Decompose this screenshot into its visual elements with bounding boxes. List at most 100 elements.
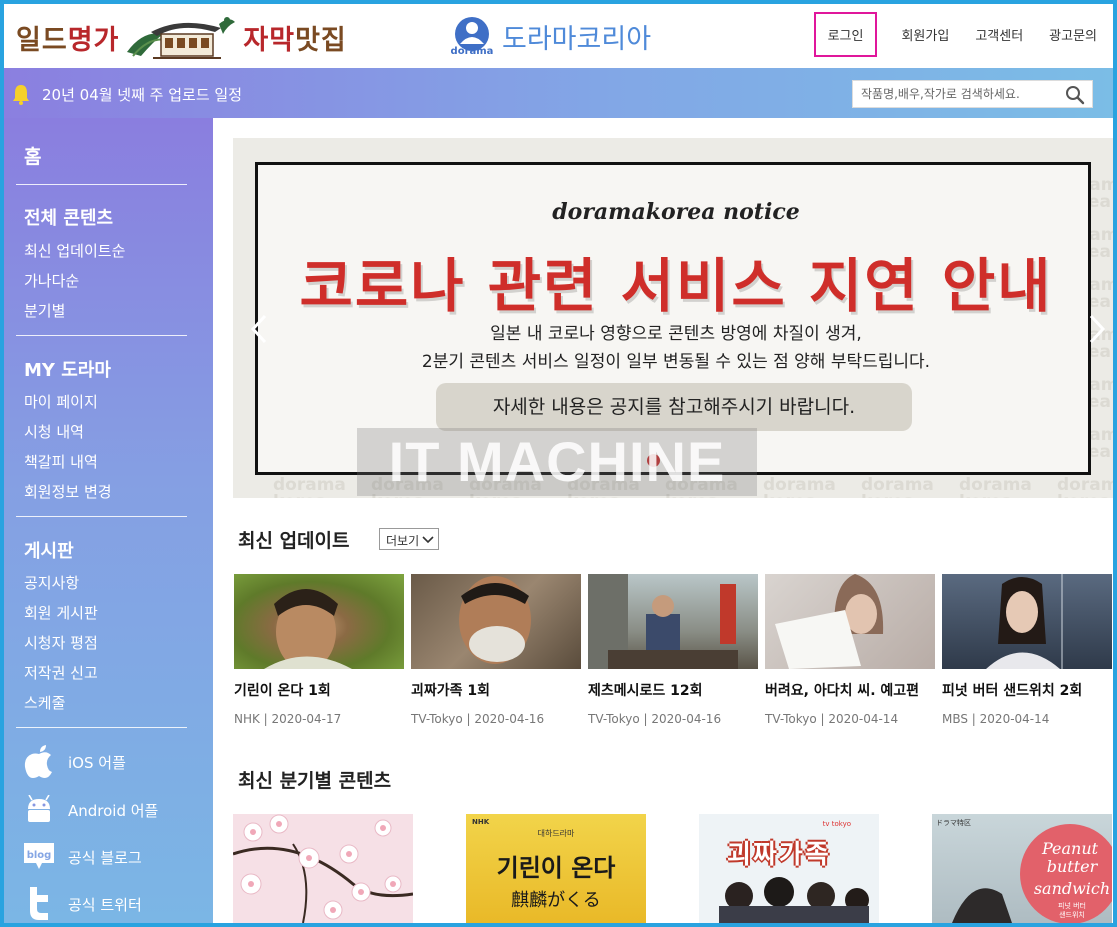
sidebar-app-label: 공식 트위터 xyxy=(68,895,142,914)
sidebar-item-watch-history[interactable]: 시청 내역 xyxy=(24,421,84,442)
poster-subtitle: 대하드라마 xyxy=(537,829,575,838)
banner-notice-button[interactable]: 자세한 내용은 공지를 참고해주시기 바랍니다. xyxy=(436,383,912,431)
episode-thumbnail[interactable] xyxy=(765,574,935,669)
episode-title[interactable]: 제츠메시로드 12회 xyxy=(588,680,758,700)
episode-title[interactable]: 피넛 버터 샌드위치 2회 xyxy=(942,680,1112,700)
sidebar-heading-board[interactable]: 게시판 xyxy=(24,537,74,563)
pattern-text: korea xyxy=(959,492,1013,498)
search-icon[interactable] xyxy=(1065,85,1085,105)
episode-thumbnail[interactable] xyxy=(411,574,581,669)
sidebar-item-member-board[interactable]: 회원 게시판 xyxy=(24,602,98,623)
sidebar-divider xyxy=(16,727,187,728)
chevron-down-icon xyxy=(422,536,434,544)
more-label: 더보기 xyxy=(386,533,420,548)
sidebar-app-blog[interactable]: blog 공식 블로그 xyxy=(22,839,142,875)
banner-subtitle: doramakorea notice xyxy=(552,199,800,225)
more-dropdown[interactable]: 더보기 xyxy=(379,528,440,550)
episode-card[interactable]: 제츠메시로드 12회 TV-Tokyo | 2020-04-16 xyxy=(588,574,758,726)
poster-cast-artwork xyxy=(719,877,869,923)
sidebar-app-label: 공식 블로그 xyxy=(68,848,142,867)
banner-headline: 코로나 관련 서비스 지연 안내 xyxy=(299,252,1053,320)
twitter-icon xyxy=(22,886,56,922)
poster-kr-line: 샌드위치 xyxy=(1059,910,1085,919)
top-nav: 로그인 회원가입 고객센터 광고문의 xyxy=(813,12,1099,57)
android-icon xyxy=(22,792,56,828)
apple-icon xyxy=(22,744,56,780)
episode-title[interactable]: 버려요, 아다치 씨. 예고편 xyxy=(765,680,935,700)
sidebar-heading-my-dorama[interactable]: MY 도라마 xyxy=(24,356,111,382)
pattern-text: korea xyxy=(1057,492,1111,498)
sidebar-home[interactable]: 홈 xyxy=(24,142,41,169)
tvtokyo-logo: tv tokyo xyxy=(822,820,851,828)
episode-thumbnail[interactable] xyxy=(588,574,758,669)
episode-card[interactable]: 버려요, 아다치 씨. 예고편 TV-Tokyo | 2020-04-14 xyxy=(765,574,935,726)
sidebar-item-copyright-report[interactable]: 저작권 신고 xyxy=(24,662,98,683)
ad-inquiry-link[interactable]: 광고문의 xyxy=(1047,21,1099,48)
dorama-logo-icon: dorama xyxy=(448,16,496,57)
banner-desc-line: 2분기 콘텐츠 서비스 일정이 일부 변동될 수 있는 점 양해 부탁드립니다. xyxy=(421,352,931,372)
episode-card[interactable]: 괴짜가족 1회 TV-Tokyo | 2020-04-16 xyxy=(411,574,581,726)
logo-text-1: 일드명가 xyxy=(16,24,120,56)
notice-bar: 20년 04월 넷째 주 업로드 일정 xyxy=(4,68,1113,118)
pattern-text: korea xyxy=(763,492,817,498)
site-logo-dorama[interactable]: dorama 도라마코리아 xyxy=(448,16,652,57)
site-logo-ildeu[interactable]: 일드명가 자막맛집 xyxy=(16,10,347,64)
sidebar-item-edit-profile[interactable]: 회원정보 변경 xyxy=(24,481,112,502)
banner-desc-line: 일본 내 코로나 영향으로 콘텐츠 방영에 차질이 생겨, xyxy=(490,324,862,344)
latest-update-title: 최신 업데이트 xyxy=(238,530,350,552)
sidebar-app-ios[interactable]: iOS 어플 xyxy=(22,744,126,780)
peanut-butter-poster[interactable]: ドラマ特区 Peanut butter sandwich 피넛 버터 샌드위치 xyxy=(932,814,1112,923)
episode-meta: TV-Tokyo | 2020-04-16 xyxy=(588,712,722,726)
carousel-next-icon[interactable] xyxy=(1085,314,1107,344)
sidebar-item-viewer-ratings[interactable]: 시청자 평점 xyxy=(24,632,98,653)
blog-badge-text: blog xyxy=(27,850,52,861)
poster-artwork: Peanut butter sandwich 피넛 버터 샌드위치 xyxy=(952,824,1112,923)
poster-kr-line: 피넛 버터 xyxy=(1058,901,1086,910)
sidebar-divider xyxy=(16,335,187,336)
episode-thumbnail[interactable] xyxy=(942,574,1112,669)
goezza-poster[interactable]: tv tokyo 괴짜가족 xyxy=(699,814,879,923)
logo-text-2: 자막맛집 xyxy=(243,24,347,56)
episode-title[interactable]: 기린이 온다 1회 xyxy=(234,680,404,700)
sidebar-app-twitter[interactable]: 공식 트위터 xyxy=(22,886,142,922)
poster-title: 기린이 온다 xyxy=(496,853,616,882)
sidebar-item-latest-updates[interactable]: 최신 업데이트순 xyxy=(24,240,125,261)
sidebar-app-android[interactable]: Android 어플 xyxy=(22,792,158,828)
episode-meta: TV-Tokyo | 2020-04-14 xyxy=(765,712,899,726)
search-input[interactable] xyxy=(853,81,1053,107)
sidebar-item-notices[interactable]: 공지사항 xyxy=(24,572,79,593)
sidebar-item-alphabetical[interactable]: 가나다순 xyxy=(24,270,79,291)
carousel-prev-icon[interactable] xyxy=(249,314,271,344)
kirin-poster[interactable]: NHK 대하드라마 기린이 온다 麒麟がくる xyxy=(466,814,646,923)
sidebar-app-label: Android 어플 xyxy=(68,801,159,820)
sidebar-heading-all-content[interactable]: 전체 콘텐츠 xyxy=(24,204,113,230)
episode-meta: NHK | 2020-04-17 xyxy=(234,712,342,726)
sidebar-item-quarterly[interactable]: 분기별 xyxy=(24,300,65,321)
sidebar-divider xyxy=(16,516,187,517)
sidebar-item-my-page[interactable]: 마이 페이지 xyxy=(24,391,98,412)
poster-jp-title: 麒麟がくる xyxy=(511,890,601,911)
logo-name: 도라마코리아 xyxy=(502,23,652,55)
sidebar-item-bookmarks[interactable]: 책갈피 내역 xyxy=(24,451,98,472)
quarterly-content-title: 최신 분기별 콘텐츠 xyxy=(238,770,392,792)
poster-line: butter xyxy=(1047,857,1099,876)
page: 일드명가 자막맛집 dorama 도라마코리아 로그인 회원가입 고객센터 광고… xyxy=(4,4,1113,923)
episode-thumbnail[interactable] xyxy=(234,574,404,669)
customer-center-link[interactable]: 고객센터 xyxy=(973,21,1025,48)
logo-small-text: dorama xyxy=(451,46,494,56)
pattern-text: korea xyxy=(273,492,327,498)
login-link[interactable]: 로그인 xyxy=(813,12,878,57)
poster-line: sandwich xyxy=(1034,879,1110,898)
header: 일드명가 자막맛집 dorama 도라마코리아 로그인 회원가입 고객센터 광고… xyxy=(4,4,1113,70)
episode-card[interactable]: 기린이 온다 1회 NHK | 2020-04-17 xyxy=(234,574,404,726)
poster-line: Peanut xyxy=(1041,839,1099,858)
episode-title[interactable]: 괴짜가족 1회 xyxy=(411,680,581,700)
episode-meta: TV-Tokyo | 2020-04-16 xyxy=(411,712,545,726)
sidebar-item-schedule[interactable]: 스케줄 xyxy=(24,692,65,713)
upload-schedule-link[interactable]: 20년 04월 넷째 주 업로드 일정 xyxy=(42,84,242,105)
episode-meta: MBS | 2020-04-14 xyxy=(942,712,1050,726)
episode-card[interactable]: 피넛 버터 샌드위치 2회 MBS | 2020-04-14 xyxy=(942,574,1112,726)
signup-link[interactable]: 회원가입 xyxy=(899,21,951,48)
sidebar-divider xyxy=(16,184,187,185)
sakura-poster[interactable] xyxy=(233,814,413,923)
